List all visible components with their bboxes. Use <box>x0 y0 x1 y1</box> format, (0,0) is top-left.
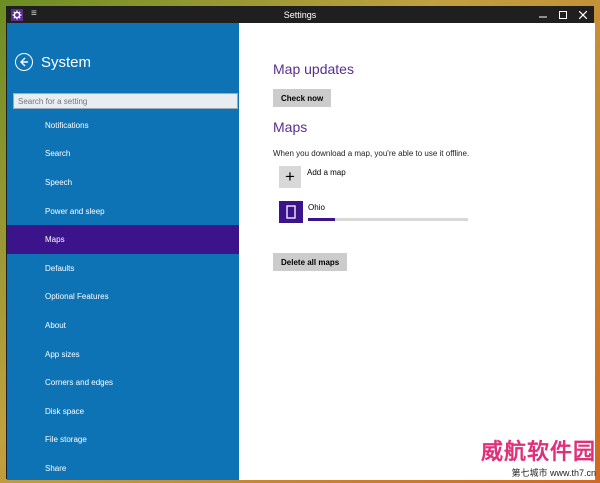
plus-icon: + <box>279 166 301 188</box>
back-arrow-icon[interactable] <box>15 53 33 71</box>
settings-window: ≡ Settings System Notifications Search S… <box>6 6 595 480</box>
download-progress-fill <box>308 218 336 221</box>
watermark-subtitle: 第七城市 www.th7.cn <box>511 468 596 478</box>
sidebar-item-power-and-sleep[interactable]: Power and sleep <box>7 197 239 226</box>
sidebar-item-optional-features[interactable]: Optional Features <box>7 283 239 312</box>
nav-list: Notifications Search Speech Power and sl… <box>7 111 239 483</box>
sidebar-item-notifications[interactable]: Notifications <box>7 111 239 140</box>
sidebar-item-maps[interactable]: Maps <box>7 225 239 254</box>
check-now-button[interactable]: Check now <box>273 89 332 107</box>
map-item-ohio[interactable]: Ohio <box>279 201 468 223</box>
sidebar-item-defaults[interactable]: Defaults <box>7 254 239 283</box>
watermark-title: 威航软件园 <box>480 439 596 464</box>
sidebar-item-speech[interactable]: Speech <box>7 168 239 197</box>
sidebar-item-file-storage[interactable]: File storage <box>7 426 239 455</box>
maximize-icon <box>559 11 567 19</box>
main-content: Map updates Check now Maps When you down… <box>239 23 595 480</box>
sidebar-item-disk-space[interactable]: Disk space <box>7 397 239 426</box>
search-input[interactable] <box>13 93 238 109</box>
sidebar-item-corners-and-edges[interactable]: Corners and edges <box>7 368 239 397</box>
sidebar-item-about[interactable]: About <box>7 311 239 340</box>
maps-heading: Maps <box>273 119 308 135</box>
sidebar-item-app-sizes[interactable]: App sizes <box>7 340 239 369</box>
watermark: 威航软件园 第七城市 www.th7.cn <box>481 434 596 479</box>
add-map-button[interactable]: + Add a map <box>279 166 346 188</box>
sidebar-item-search[interactable]: Search <box>7 140 239 169</box>
map-device-icon <box>279 201 303 223</box>
close-icon <box>579 11 587 19</box>
title-bar: ≡ Settings <box>7 7 593 23</box>
download-progress-bar <box>308 218 468 221</box>
sidebar: System Notifications Search Speech Power… <box>7 23 239 480</box>
sidebar-title: System <box>41 53 92 71</box>
maximize-button[interactable] <box>553 7 573 23</box>
minimize-button[interactable] <box>533 7 553 23</box>
map-updates-heading: Map updates <box>273 61 354 77</box>
close-button[interactable] <box>573 7 593 23</box>
window-title: Settings <box>283 10 317 20</box>
minimize-icon <box>539 16 547 18</box>
sidebar-item-share[interactable]: Share <box>7 454 239 483</box>
add-map-label: Add a map <box>307 168 346 177</box>
map-name: Ohio <box>308 203 325 212</box>
delete-all-maps-button[interactable]: Delete all maps <box>273 253 348 271</box>
maps-description: When you download a map, you're able to … <box>273 149 470 158</box>
